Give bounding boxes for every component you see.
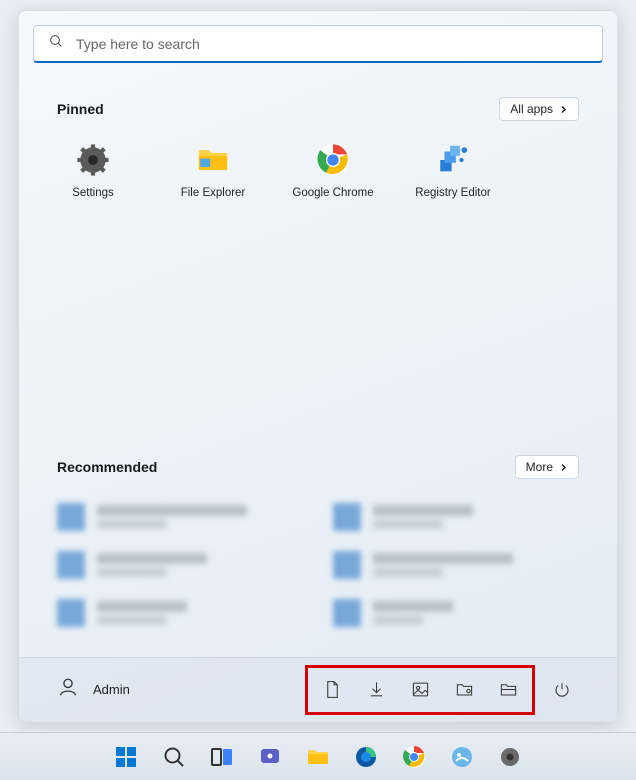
rec-thumb: [333, 551, 361, 579]
recommended-item[interactable]: [57, 551, 303, 579]
taskbar-chat-button[interactable]: [250, 737, 290, 777]
snipping-icon: [450, 745, 474, 769]
recommended-item[interactable]: [333, 503, 579, 531]
pinned-app-chrome[interactable]: Google Chrome: [297, 143, 369, 199]
settings-icon: [498, 745, 522, 769]
taskbar-file-explorer-button[interactable]: [298, 737, 338, 777]
taskbar-search-button[interactable]: [154, 737, 194, 777]
document-icon: [323, 680, 342, 699]
rec-thumb: [333, 599, 361, 627]
search-input[interactable]: [76, 36, 588, 52]
download-icon: [367, 680, 386, 699]
taskbar-settings-button[interactable]: [490, 737, 530, 777]
edge-icon: [354, 745, 378, 769]
chrome-icon: [316, 143, 350, 177]
chat-icon: [258, 745, 282, 769]
start-menu: Pinned All apps Settings File Explorer G…: [18, 10, 618, 722]
folder-icon: [196, 143, 230, 177]
footer-actions: [305, 665, 579, 715]
chrome-icon: [402, 745, 426, 769]
user-name: Admin: [93, 682, 130, 697]
user-account[interactable]: Admin: [57, 676, 130, 703]
chevron-right-icon: [559, 105, 568, 114]
taskbar-snipping-button[interactable]: [442, 737, 482, 777]
user-icon: [57, 676, 79, 703]
registry-icon: [436, 143, 470, 177]
taskbar-start-button[interactable]: [106, 737, 146, 777]
taskbar-chrome-button[interactable]: [394, 737, 434, 777]
folder-gear-icon: [455, 680, 474, 699]
recommended-item[interactable]: [333, 599, 579, 627]
rec-thumb: [333, 503, 361, 531]
app-label: Registry Editor: [415, 187, 490, 199]
search-box[interactable]: [33, 25, 603, 63]
folder-open-icon: [499, 680, 518, 699]
power-button[interactable]: [545, 673, 579, 707]
power-icon: [553, 681, 571, 699]
chevron-right-icon: [559, 463, 568, 472]
pinned-app-file-explorer[interactable]: File Explorer: [177, 143, 249, 199]
recommended-item[interactable]: [57, 503, 303, 531]
pinned-spacer: [19, 199, 617, 421]
settings-icon: [76, 143, 110, 177]
videos-folder-button[interactable]: [448, 674, 480, 706]
task-view-icon: [210, 745, 234, 769]
picture-icon: [411, 680, 430, 699]
more-button[interactable]: More: [515, 455, 579, 479]
start-footer: Admin: [19, 657, 617, 721]
rec-thumb: [57, 551, 85, 579]
windows-icon: [114, 745, 138, 769]
pinned-grid: Settings File Explorer Google Chrome Reg…: [19, 121, 617, 199]
search-icon: [48, 33, 64, 54]
file-explorer-folder-button[interactable]: [492, 674, 524, 706]
pinned-app-registry-editor[interactable]: Registry Editor: [417, 143, 489, 199]
all-apps-button[interactable]: All apps: [499, 97, 579, 121]
rec-thumb: [57, 503, 85, 531]
taskbar-edge-button[interactable]: [346, 737, 386, 777]
pinned-title: Pinned: [57, 101, 104, 117]
app-label: Settings: [72, 187, 114, 199]
pinned-app-settings[interactable]: Settings: [57, 143, 129, 199]
taskbar: [0, 732, 636, 780]
recommended-title: Recommended: [57, 459, 157, 475]
folder-icon: [306, 745, 330, 769]
rec-thumb: [57, 599, 85, 627]
recommended-grid: [19, 479, 617, 627]
search-icon: [162, 745, 186, 769]
more-label: More: [526, 460, 553, 474]
recommended-item[interactable]: [57, 599, 303, 627]
all-apps-label: All apps: [510, 102, 553, 116]
recommended-header: Recommended More: [19, 455, 617, 479]
app-label: File Explorer: [181, 187, 246, 199]
taskbar-task-view-button[interactable]: [202, 737, 242, 777]
downloads-folder-button[interactable]: [360, 674, 392, 706]
recommended-item[interactable]: [333, 551, 579, 579]
folder-shortcuts-highlight: [305, 665, 535, 715]
pinned-header: Pinned All apps: [19, 97, 617, 121]
documents-folder-button[interactable]: [316, 674, 348, 706]
app-label: Google Chrome: [292, 187, 373, 199]
pictures-folder-button[interactable]: [404, 674, 436, 706]
